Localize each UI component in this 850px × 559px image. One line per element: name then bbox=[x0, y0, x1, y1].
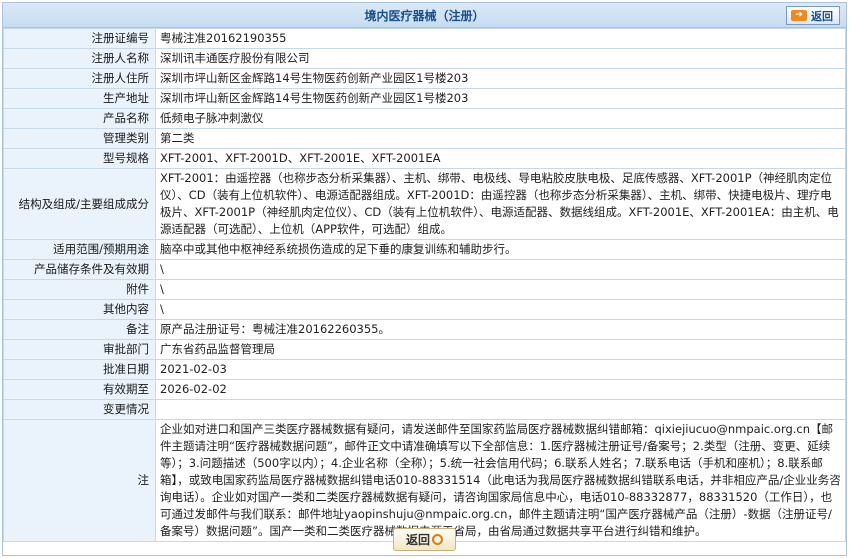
note-row: 注企业如对进口和国产三类医疗器械数据有疑问，请发送邮件至国家药监局医疗器械数据纠… bbox=[3, 419, 846, 542]
field-value: 深圳市坪山新区金辉路14号生物医药创新产业园区1号楼203 bbox=[155, 88, 846, 109]
field-value: 第二类 bbox=[155, 128, 846, 149]
table-row: 变更情况 bbox=[3, 399, 846, 420]
field-value: XFT-2001：由遥控器（也称步态分析采集器）、主机、绑带、电极线、导电粘胶皮… bbox=[155, 168, 846, 240]
field-value: \ bbox=[155, 299, 846, 320]
table-row: 注册证编号 粤械注准20162190355 bbox=[3, 28, 846, 49]
field-value: \ bbox=[155, 259, 846, 280]
note-label: 注 bbox=[3, 419, 156, 542]
table-row: 产品名称 低频电子脉冲刺激仪 bbox=[3, 108, 846, 129]
field-label: 批准日期 bbox=[3, 359, 156, 380]
table-row: 型号规格 XFT-2001、XFT-2001D、XFT-2001E、XFT-200… bbox=[3, 148, 846, 169]
field-label: 产品储存条件及有效期 bbox=[3, 259, 156, 280]
field-label: 注册人住所 bbox=[3, 68, 156, 89]
field-value: 低频电子脉冲刺激仪 bbox=[155, 108, 846, 129]
field-label: 结构及组成/主要组成成分 bbox=[3, 168, 156, 240]
back-button-top-label: 返回 bbox=[811, 9, 833, 23]
circle-icon bbox=[432, 534, 443, 545]
table-row: 注册人名称 深圳讯丰通医疗股份有限公司 bbox=[3, 48, 846, 69]
back-button-bottom-label: 返回 bbox=[405, 533, 430, 547]
field-value: 广东省药品监督管理局 bbox=[155, 339, 846, 360]
field-value: 粤械注准20162190355 bbox=[155, 28, 846, 49]
field-label: 有效期至 bbox=[3, 379, 156, 400]
table-row: 有效期至 2026-02-02 bbox=[3, 379, 846, 400]
back-button-top[interactable]: ➔ 返回 bbox=[786, 6, 840, 25]
table-row: 生产地址 深圳市坪山新区金辉路14号生物医药创新产业园区1号楼203 bbox=[3, 88, 846, 109]
field-value: 深圳讯丰通医疗股份有限公司 bbox=[155, 48, 846, 69]
arrow-right-icon: ➔ bbox=[791, 10, 807, 21]
field-label: 备注 bbox=[3, 319, 156, 340]
field-value: 深圳市坪山新区金辉路14号生物医药创新产业园区1号楼203 bbox=[155, 68, 846, 89]
table-row: 结构及组成/主要组成成分 XFT-2001：由遥控器（也称步态分析采集器）、主机、… bbox=[3, 168, 846, 240]
table-row: 注册人住所 深圳市坪山新区金辉路14号生物医药创新产业园区1号楼203 bbox=[3, 68, 846, 89]
detail-panel: 境内医疗器械（注册） ➔ 返回 注册证编号 粤械注准20162190355 注册人名… bbox=[2, 2, 847, 556]
bottom-bar: 返回 bbox=[3, 528, 846, 551]
field-label: 产品名称 bbox=[3, 108, 156, 129]
table-row: 产品储存条件及有效期 \ bbox=[3, 259, 846, 280]
table-row: 备注 原产品注册证号：粤械注准20162260355。 bbox=[3, 319, 846, 340]
field-label: 生产地址 bbox=[3, 88, 156, 109]
table-row: 审批部门 广东省药品监督管理局 bbox=[3, 339, 846, 360]
field-label: 型号规格 bbox=[3, 148, 156, 169]
note-text: 企业如对进口和国产三类医疗器械数据有疑问，请发送邮件至国家药监局医疗器械数据纠错… bbox=[155, 419, 846, 542]
detail-table: 注册证编号 粤械注准20162190355 注册人名称 深圳讯丰通医疗股份有限公司 注册… bbox=[3, 28, 846, 542]
field-value: \ bbox=[155, 279, 846, 300]
title-bar: 境内医疗器械（注册） ➔ 返回 bbox=[3, 3, 846, 28]
table-row: 其他内容 \ bbox=[3, 299, 846, 320]
field-label: 其他内容 bbox=[3, 299, 156, 320]
field-value: 原产品注册证号：粤械注准20162260355。 bbox=[155, 319, 846, 340]
page-title: 境内医疗器械（注册） bbox=[364, 9, 485, 23]
table-row: 批准日期 2021-02-03 bbox=[3, 359, 846, 380]
table-row: 管理类别 第二类 bbox=[3, 128, 846, 149]
field-value: 脑卒中或其他中枢神经系统损伤造成的足下垂的康复训练和辅助步行。 bbox=[155, 239, 846, 260]
field-label: 注册证编号 bbox=[3, 28, 156, 49]
field-value bbox=[155, 399, 846, 420]
field-label: 附件 bbox=[3, 279, 156, 300]
back-button-bottom[interactable]: 返回 bbox=[392, 528, 456, 551]
field-label: 审批部门 bbox=[3, 339, 156, 360]
field-label: 变更情况 bbox=[3, 399, 156, 420]
field-value: 2026-02-02 bbox=[155, 379, 846, 400]
field-label: 适用范围/预期用途 bbox=[3, 239, 156, 260]
field-label: 注册人名称 bbox=[3, 48, 156, 69]
table-row: 附件 \ bbox=[3, 279, 846, 300]
field-label: 管理类别 bbox=[3, 128, 156, 149]
field-value: 2021-02-03 bbox=[155, 359, 846, 380]
table-row: 适用范围/预期用途 脑卒中或其他中枢神经系统损伤造成的足下垂的康复训练和辅助步行。 bbox=[3, 239, 846, 260]
field-value: XFT-2001、XFT-2001D、XFT-2001E、XFT-2001EA bbox=[155, 148, 846, 169]
